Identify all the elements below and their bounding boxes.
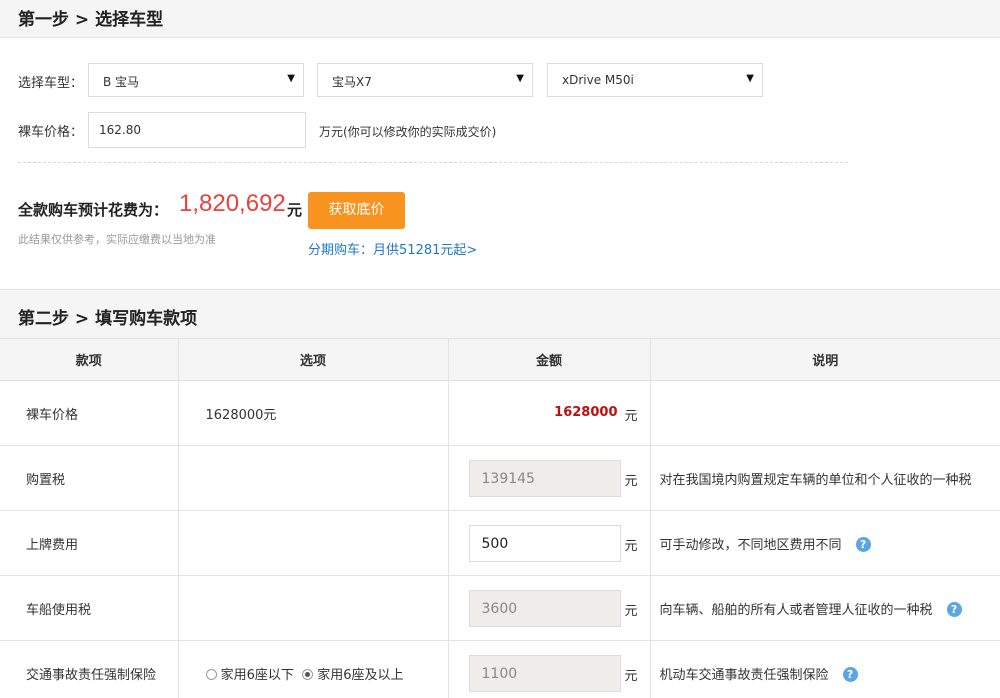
row-desc-text: 可手动修改，不同地区费用不同 [659, 537, 842, 553]
amount-value: 3600 [481, 601, 518, 617]
table-row: 上牌费用 500 元 可手动修改，不同地区费用不同? [0, 510, 1000, 576]
amount-unit: 元 [624, 604, 638, 619]
purchase-tax-input: 139145 [468, 460, 621, 497]
row-option [178, 575, 449, 641]
radio-6-seats-plus-label: 家用6座及以上 [317, 667, 404, 683]
amount-value: 1628000 [554, 405, 618, 420]
help-icon[interactable]: ? [842, 666, 858, 682]
amount-unit: 元 [624, 539, 638, 554]
series-select-value: 宝马X7 [332, 75, 372, 89]
step1-header: 第一步 > 选择车型 [0, 0, 1000, 38]
col-header-item: 款项 [0, 338, 179, 381]
brand-select[interactable]: B 宝马 ▼ [88, 63, 304, 97]
row-item: 购置税 [0, 445, 179, 511]
row-desc: 向车辆、船舶的所有人或者管理人征收的一种税? [650, 575, 1000, 641]
row-item: 上牌费用 [0, 510, 179, 576]
row-amount: 139145 元 [448, 445, 651, 511]
table-row: 交通事故责任强制保险 家用6座以下 家用6座及以上 1100 元 机动车交通事故… [0, 640, 1000, 698]
car-select-label: 选择车型： [18, 76, 84, 91]
row-amount: 500 元 [448, 510, 651, 576]
price-label: 裸车价格： [18, 125, 84, 140]
col-header-desc: 说明 [650, 338, 1000, 381]
price-input[interactable]: 162.80 [88, 112, 306, 148]
brand-select-value: B 宝马 [103, 75, 140, 89]
row-item: 车船使用税 [0, 575, 179, 641]
step2-title: 第二步 > 填写购车款项 [18, 309, 198, 329]
amount-unit: 元 [624, 474, 638, 489]
row-desc-text: 机动车交通事故责任强制保险 [659, 667, 829, 683]
step2-header: 第二步 > 填写购车款项 [0, 289, 1000, 339]
step1-title: 第一步 > 选择车型 [18, 10, 164, 30]
col-header-option: 选项 [178, 338, 449, 381]
row-desc: 对在我国境内购置规定车辆的单位和个人征收的一种税 [650, 445, 1000, 511]
radio-under-6-seats-label: 家用6座以下 [220, 667, 294, 683]
row-desc-text: 向车辆、船舶的所有人或者管理人征收的一种税 [659, 602, 933, 618]
total-value: 1,820,692 [179, 190, 286, 217]
chevron-down-icon: ▼ [516, 73, 524, 84]
insurance-input: 1100 [468, 655, 621, 692]
model-select[interactable]: xDrive M50i ▼ [547, 63, 763, 97]
amount-value: 500 [481, 536, 509, 552]
table-row: 裸车价格 1628000元 1628000 元 [0, 380, 1000, 446]
table-row: 车船使用税 3600 元 向车辆、船舶的所有人或者管理人征收的一种税? [0, 575, 1000, 641]
row-option: 1628000元 [178, 380, 449, 446]
price-input-value: 162.80 [99, 123, 141, 137]
radio-under-6-seats[interactable] [205, 668, 217, 680]
table-row: 购置税 139145 元 对在我国境内购置规定车辆的单位和个人征收的一种税 [0, 445, 1000, 511]
row-option: 家用6座以下 家用6座及以上 [178, 640, 449, 698]
installment-link[interactable]: 分期购车：月供51281元起> [308, 239, 477, 258]
model-select-value: xDrive M50i [562, 73, 634, 87]
total-label: 全款购车预计花费为： [18, 201, 169, 219]
get-lowest-price-button[interactable]: 获取底价 [308, 192, 405, 229]
amount-value: 1100 [481, 666, 518, 682]
row-item: 交通事故责任强制保险 [0, 640, 179, 698]
table-header-row: 款项 选项 金额 说明 [0, 338, 1000, 381]
row-amount: 1628000 元 [448, 380, 651, 446]
total-unit: 元 [287, 201, 303, 219]
row-amount: 3600 元 [448, 575, 651, 641]
col-header-amount: 金额 [448, 338, 651, 381]
row-desc-text: 对在我国境内购置规定车辆的单位和个人征收的一种税 [659, 472, 972, 488]
row-desc [650, 380, 1000, 446]
row-option [178, 510, 449, 576]
disclaimer-note: 此结果仅供参考，实际应缴费以当地为准 [18, 233, 216, 246]
row-desc: 可手动修改，不同地区费用不同? [650, 510, 1000, 576]
help-icon[interactable]: ? [946, 601, 962, 617]
chevron-down-icon: ▼ [287, 73, 295, 84]
row-desc: 机动车交通事故责任强制保险? [650, 640, 1000, 698]
chevron-down-icon: ▼ [746, 73, 754, 84]
fee-table: 款项 选项 金额 说明 裸车价格 1628000元 1628000 元 购置税 … [0, 338, 1000, 698]
price-unit-note: 万元(你可以修改你的实际成交价) [319, 125, 497, 139]
help-icon[interactable]: ? [855, 536, 871, 552]
amount-value: 139145 [481, 471, 535, 487]
series-select[interactable]: 宝马X7 ▼ [317, 63, 533, 97]
radio-6-seats-plus[interactable] [302, 668, 314, 680]
row-item: 裸车价格 [0, 380, 179, 446]
row-amount: 1100 元 [448, 640, 651, 698]
divider [18, 162, 848, 163]
row-option [178, 445, 449, 511]
vehicle-tax-input: 3600 [468, 590, 621, 627]
license-fee-input[interactable]: 500 [468, 525, 621, 562]
amount-unit: 元 [624, 409, 638, 424]
amount-unit: 元 [624, 669, 638, 684]
